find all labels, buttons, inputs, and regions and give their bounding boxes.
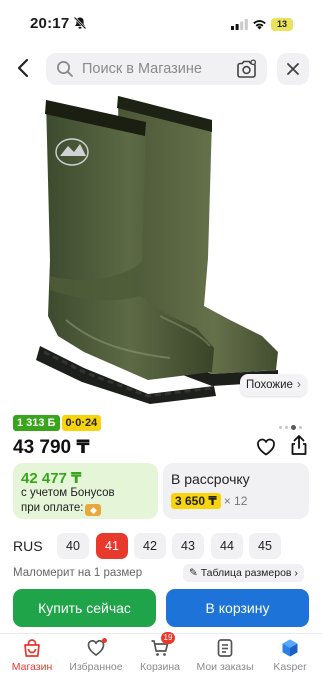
chevron-right-icon: ›: [291, 567, 298, 579]
tab-cart[interactable]: 19 Корзина: [128, 632, 192, 673]
bell-muted-icon: [73, 16, 87, 30]
similar-products-button[interactable]: Похожие ›: [240, 374, 307, 396]
status-time: 20:17: [30, 15, 70, 32]
fit-note: Маломерит на 1 размер: [13, 567, 143, 579]
bonus-badge: 1 313 Б: [13, 415, 60, 431]
installment-card[interactable]: В рассрочку 3 650 ₸ × 12: [163, 463, 309, 519]
similar-label: Похожие: [246, 379, 293, 391]
page-dot: [279, 426, 282, 430]
search-input[interactable]: Поиск в Магазине: [46, 53, 267, 85]
status-bar: 20:17 13: [0, 0, 322, 44]
promo-badges: 1 313 Б 0·0·24: [13, 415, 102, 431]
product-price: 43 790 ₸: [13, 437, 90, 458]
tab-orders[interactable]: Мои заказы: [193, 638, 257, 673]
size-system-label: RUS: [13, 538, 43, 554]
wifi-icon: [253, 20, 266, 30]
search-header: Поиск в Магазине: [0, 46, 322, 90]
cart-icon-wrap: 19: [150, 632, 175, 658]
share-icon[interactable]: [289, 434, 309, 456]
bonus-coin-icon: ◆: [85, 504, 102, 516]
battery-icon: 13: [271, 18, 293, 31]
size-option[interactable]: 42: [134, 533, 166, 559]
product-image-gallery[interactable]: [0, 90, 322, 408]
size-option[interactable]: 44: [211, 533, 243, 559]
page-dot: [285, 426, 288, 430]
close-button[interactable]: [277, 53, 309, 85]
tab-label: Мои заказы: [196, 661, 254, 673]
signal-icon: [231, 19, 248, 30]
close-icon: [287, 63, 299, 75]
tab-label: Магазин: [11, 661, 53, 673]
orders-icon: [217, 639, 233, 657]
page-dot: [299, 426, 302, 430]
gallery-pagination-dots: [279, 419, 305, 431]
cart-count-badge: 19: [161, 632, 175, 644]
add-to-cart-button[interactable]: В корзину: [166, 589, 309, 627]
bonus-line2: при оплате: ◆: [21, 502, 102, 516]
tab-label: Избранное: [69, 661, 123, 673]
rubber-boots-image: [36, 96, 278, 404]
size-option[interactable]: 43: [172, 533, 204, 559]
chevron-right-icon: ›: [296, 379, 301, 391]
tab-label: Kasper: [273, 661, 307, 673]
back-chevron-icon[interactable]: [14, 56, 34, 80]
page-dot-active: [291, 425, 296, 431]
heart-icon-wrap: [86, 638, 107, 658]
buy-now-button[interactable]: Купить сейчас: [13, 589, 156, 627]
tab-kasper[interactable]: Kasper: [258, 638, 322, 673]
tab-label: Корзина: [140, 661, 180, 673]
bottom-tab-bar: Магазин Избранное 19 Корзина Мои заказы: [0, 632, 322, 700]
ruler-icon: ✎: [189, 567, 201, 579]
favorite-heart-icon[interactable]: [256, 437, 276, 457]
tab-favorites[interactable]: Избранное: [64, 638, 128, 673]
installment-title: В рассрочку: [171, 471, 250, 487]
kasper-cube-icon: [282, 639, 298, 657]
installment-months: × 12: [223, 494, 248, 508]
bonus-line2-text: при оплате:: [21, 502, 84, 514]
tab-shop[interactable]: Магазин: [0, 638, 64, 673]
search-placeholder: Поиск в Магазине: [82, 61, 202, 77]
size-chart-label: Таблица размеров: [200, 567, 292, 579]
notification-dot: [102, 638, 107, 643]
camera-search-icon[interactable]: [236, 59, 257, 79]
bonus-line1: с учетом Бонусов: [21, 487, 115, 499]
size-option[interactable]: 45: [249, 533, 281, 559]
size-option[interactable]: 40: [57, 533, 89, 559]
bonus-price-card[interactable]: 42 477 ₸ с учетом Бонусов при оплате: ◆: [13, 463, 158, 519]
size-chart-button[interactable]: ✎ Таблица размеров ›: [183, 564, 304, 582]
bonus-price: 42 477 ₸: [21, 470, 82, 487]
installment-badge: 0·0·24: [61, 415, 102, 431]
size-selector: RUS 40 41 42 43 44 45: [0, 533, 322, 561]
installment-monthly: 3 650 ₸: [171, 493, 221, 509]
shop-bag-icon: [24, 639, 40, 657]
installment-row: 3 650 ₸ × 12: [171, 492, 247, 510]
size-option-selected[interactable]: 41: [96, 533, 128, 559]
search-icon: [57, 61, 73, 77]
